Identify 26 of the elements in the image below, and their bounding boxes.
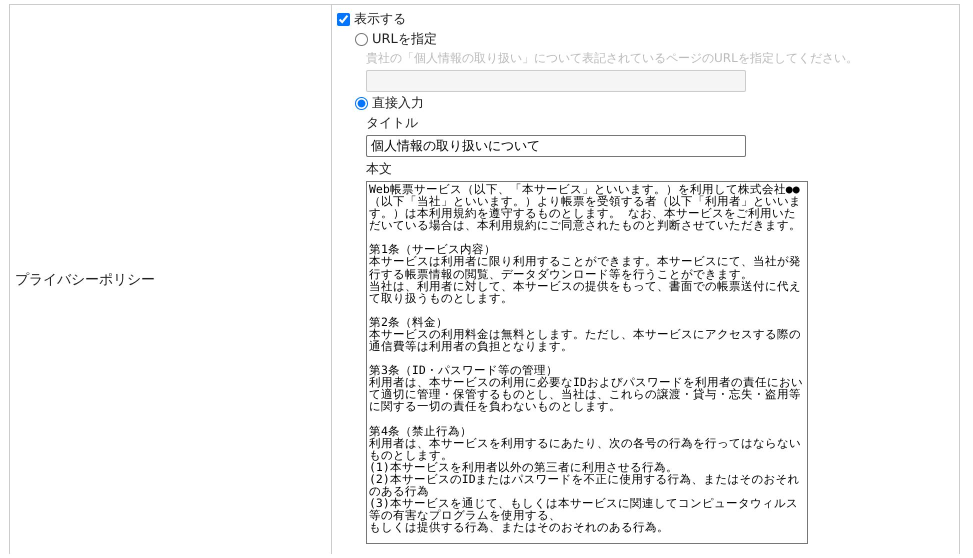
body-text-line: (3)本サービスを通じて、もしくは本サービスに関連してコンピュータウィルス等の有害なプログラムを使用する、 — [369, 497, 799, 522]
body-text-line: 当社は、利用者に対して、本サービスの提供をもって、書面での帳票送付に代えて取り扱うものとします。 — [369, 280, 802, 304]
display-checkbox[interactable] — [337, 12, 350, 26]
body-text-line: Web帳票サービス（以下、「本サービス」といいます。）を利用して株式会社●●（以下「当社」といいます。）より帳票を受領する者（以下「利用者」といいます。）は本利用規約を遵守するものとします。 なお、本サービスをご利用いただいている場合は、本利用規約にご同意されたものと判断させていただきます。 — [369, 183, 802, 232]
radio-button[interactable] — [355, 96, 368, 110]
checkbox-label: 表示する — [354, 11, 406, 28]
title-input-field[interactable]: 個人情報の取り扱いについて — [366, 135, 746, 157]
body-text-line: もしくは提供する行為、またはそのおそれのある行為。 — [369, 521, 670, 534]
url-hint: 貴社の「個人情報の取り扱い」について表記されているページのURLを指定してください。 — [366, 50, 859, 67]
body-text-line: (2)本サービスのIDまたはパスワードを不正に使用する行為、またはそのおそれのある行為 — [369, 472, 801, 498]
body-text-line: 利用者は、本サービスの利用に必要なIDおよびパスワードを利用者の責任において適切に管理・保管するものとし、当社は、これらの譲渡・貸与・忘失・盗用等に関する一切の責任を負わないものとします。 — [369, 376, 804, 412]
body-label: 本文 — [366, 161, 393, 178]
body-text-area[interactable] — [366, 181, 808, 544]
body-text-line: 利用者は、本サービスを利用するにあたり、次の各号の行為を行ってはならないものとします。 — [369, 436, 802, 461]
radio-label: 直接入力 — [372, 95, 424, 112]
row-label: プライバシーポリシー — [10, 5, 332, 554]
body-text-line: 本サービスの利用料金は無料とします。ただし、本サービスにアクセスする際の通信費等は利用者の負担となります。 — [369, 328, 802, 352]
body-text-line: 第3条（ID・パスワード等の管理） — [369, 364, 558, 376]
body-text-line: 本サービスは利用者に限り利用することができます。本サービスにて、当社が発行する帳票情報の閲覧、データダウンロード等を行うことができます。 — [369, 255, 802, 280]
body-text-line: 第2条（料金） — [369, 316, 448, 328]
radio-label: URLを指定 — [372, 31, 437, 48]
body-text-line: 第4条（禁止行為） — [369, 424, 473, 437]
radio-button[interactable] — [355, 32, 368, 46]
body-text-line: (1)本サービスを利用者以外の第三者に利用させる行為。 — [369, 460, 679, 473]
title-label: タイトル — [366, 115, 419, 132]
body-text-line: 第1条（サービス内容） — [369, 243, 496, 256]
